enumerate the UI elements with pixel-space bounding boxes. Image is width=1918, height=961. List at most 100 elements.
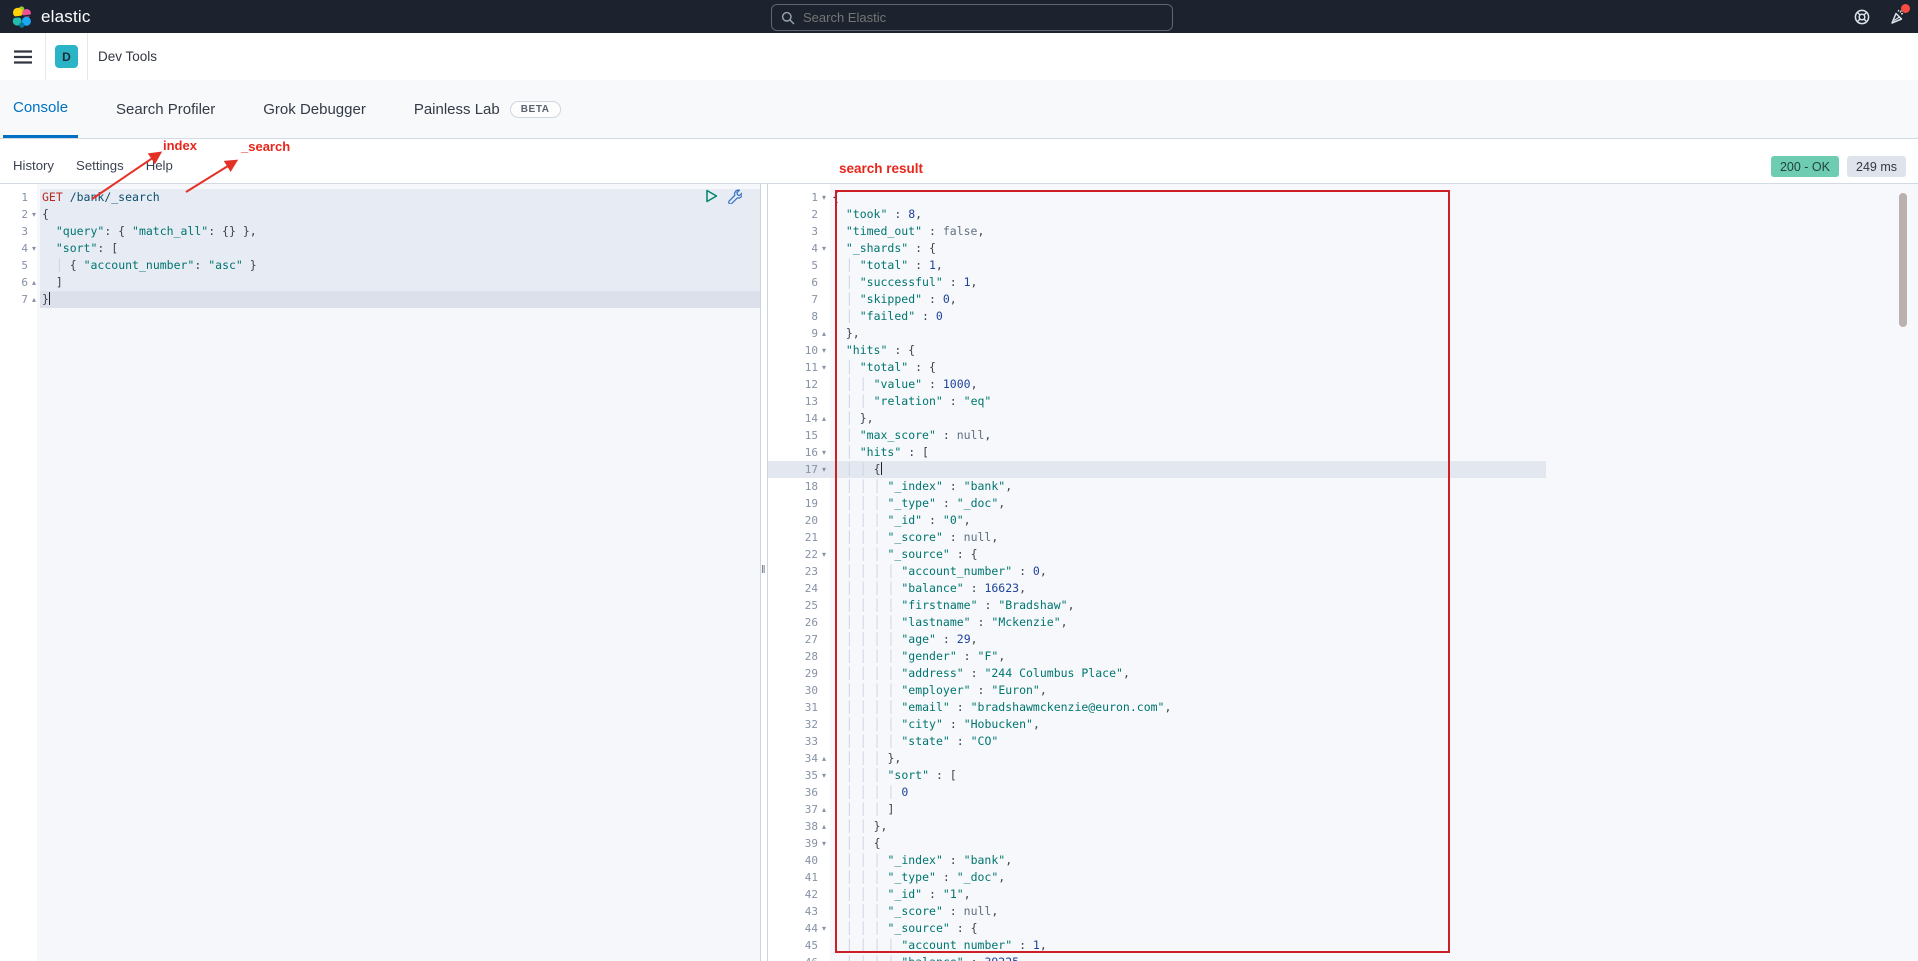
- elastic-logo-icon[interactable]: [11, 6, 33, 28]
- code-line: 18 │ │ │ "_index" : "bank",: [768, 478, 1546, 495]
- search-icon: [781, 11, 795, 25]
- beta-badge: BETA: [510, 101, 561, 118]
- code-line: 3 "timed_out" : false,: [768, 223, 1546, 240]
- code-line: 14▴ │ },: [768, 410, 1546, 427]
- code-line: 30 │ │ │ │ "employer" : "Euron",: [768, 682, 1546, 699]
- code-line: 40 │ │ │ "_index" : "bank",: [768, 852, 1546, 869]
- console-toolbar: History Settings Help 200 - OK 249 ms: [0, 139, 1918, 183]
- fold-toggle-icon[interactable]: ▴: [818, 818, 830, 835]
- code-line: 37▴ │ │ │ ]: [768, 801, 1546, 818]
- wrench-icon: [727, 189, 742, 204]
- tab-console-label: Console: [13, 99, 68, 116]
- code-line: 13 │ │ "relation" : "eq": [768, 393, 1546, 410]
- product-name: elastic: [41, 7, 91, 27]
- breadcrumb-page-title: Dev Tools: [98, 49, 157, 64]
- pane-splitter[interactable]: ‖: [760, 184, 768, 961]
- newsfeed-icon[interactable]: [1888, 7, 1908, 27]
- play-icon: [705, 189, 718, 203]
- code-line: 31 │ │ │ │ "email" : "bradshawmckenzie@e…: [768, 699, 1546, 716]
- code-line: 19 │ │ │ "_type" : "_doc",: [768, 495, 1546, 512]
- text-cursor: [881, 462, 883, 475]
- code-line: 26 │ │ │ │ "lastname" : "Mckenzie",: [768, 614, 1546, 631]
- fold-toggle-icon[interactable]: ▾: [818, 835, 830, 852]
- tab-search-profiler-label: Search Profiler: [116, 101, 215, 118]
- code-line: 36 │ │ │ │ 0: [768, 784, 1546, 801]
- response-scrollbar-thumb[interactable]: [1899, 193, 1907, 327]
- console-split-area: 1GET /bank/_search2▾{3 "query": { "match…: [0, 183, 1918, 961]
- code-line: 4▾ "_shards" : {: [768, 240, 1546, 257]
- code-line: 1▾{: [768, 189, 1546, 206]
- fold-toggle-icon[interactable]: ▾: [818, 189, 830, 206]
- code-line: 46 │ │ │ │ "balance" : 39225,: [768, 954, 1546, 961]
- fold-toggle-icon[interactable]: ▾: [818, 920, 830, 937]
- code-line: 7 │ "skipped" : 0,: [768, 291, 1546, 308]
- fold-toggle-icon[interactable]: ▾: [818, 444, 830, 461]
- help-menu-item[interactable]: Help: [146, 158, 173, 173]
- settings-menu-item[interactable]: Settings: [76, 158, 124, 173]
- code-line: 6▴ ]: [0, 274, 760, 291]
- help-icon[interactable]: [1852, 7, 1872, 27]
- code-line: 39▾ │ │ {: [768, 835, 1546, 852]
- code-line: 35▾ │ │ │ "sort" : [: [768, 767, 1546, 784]
- code-line: 16▾ │ "hits" : [: [768, 444, 1546, 461]
- tab-painless-lab[interactable]: Painless Lab BETA: [404, 80, 571, 138]
- fold-toggle-icon[interactable]: ▾: [818, 461, 830, 478]
- global-header: elastic: [0, 0, 1918, 33]
- code-line: 25 │ │ │ │ "firstname" : "Bradshaw",: [768, 597, 1546, 614]
- global-search[interactable]: [771, 4, 1173, 31]
- code-line: 22▾ │ │ │ "_source" : {: [768, 546, 1546, 563]
- tab-console[interactable]: Console: [3, 80, 78, 138]
- fold-toggle-icon[interactable]: ▾: [28, 206, 40, 223]
- request-options-button[interactable]: [726, 188, 742, 204]
- tab-grok-debugger[interactable]: Grok Debugger: [253, 80, 376, 138]
- text-cursor: [49, 292, 51, 305]
- fold-toggle-icon[interactable]: ▾: [818, 240, 830, 257]
- fold-toggle-icon[interactable]: ▴: [28, 274, 40, 291]
- code-line: 6 │ "successful" : 1,: [768, 274, 1546, 291]
- global-search-input[interactable]: [801, 9, 1172, 26]
- code-line: 45 │ │ │ │ "account_number" : 1,: [768, 937, 1546, 954]
- code-line: 3 "query": { "match_all": {} },: [0, 223, 760, 240]
- code-line: 9▴ },: [768, 325, 1546, 342]
- status-badge: 200 - OK: [1771, 156, 1839, 177]
- fold-toggle-icon[interactable]: ▴: [818, 750, 830, 767]
- send-request-button[interactable]: [703, 188, 719, 204]
- code-line: 29 │ │ │ │ "address" : "244 Columbus Pla…: [768, 665, 1546, 682]
- fold-toggle-icon[interactable]: ▾: [818, 359, 830, 376]
- code-line: 23 │ │ │ │ "account_number" : 0,: [768, 563, 1546, 580]
- fold-toggle-icon[interactable]: ▴: [818, 801, 830, 818]
- request-editor[interactable]: 1GET /bank/_search2▾{3 "query": { "match…: [0, 184, 760, 961]
- code-line: 27 │ │ │ │ "age" : 29,: [768, 631, 1546, 648]
- tab-search-profiler[interactable]: Search Profiler: [106, 80, 225, 138]
- code-line: 44▾ │ │ │ "_source" : {: [768, 920, 1546, 937]
- tab-painless-lab-label: Painless Lab: [414, 101, 500, 118]
- code-line: 21 │ │ │ "_score" : null,: [768, 529, 1546, 546]
- notification-dot: [1901, 4, 1910, 13]
- code-line: 32 │ │ │ │ "city" : "Hobucken",: [768, 716, 1546, 733]
- code-line: 7▴}: [0, 291, 760, 308]
- fold-toggle-icon[interactable]: ▴: [818, 325, 830, 342]
- divider: [45, 33, 46, 80]
- devtools-tabs: Console Search Profiler Grok Debugger Pa…: [0, 80, 1918, 139]
- code-line: 43 │ │ │ "_score" : null,: [768, 903, 1546, 920]
- code-line: 24 │ │ │ │ "balance" : 16623,: [768, 580, 1546, 597]
- code-line: 17▾ │ │ {: [768, 461, 1546, 478]
- fold-toggle-icon[interactable]: ▾: [818, 546, 830, 563]
- code-line: 2 "took" : 8,: [768, 206, 1546, 223]
- code-line: 12 │ │ "value" : 1000,: [768, 376, 1546, 393]
- tab-grok-debugger-label: Grok Debugger: [263, 101, 366, 118]
- fold-toggle-icon[interactable]: ▴: [28, 291, 40, 308]
- code-line: 15 │ "max_score" : null,: [768, 427, 1546, 444]
- breadcrumb-bar: D Dev Tools: [0, 33, 1918, 81]
- splitter-handle-icon[interactable]: ‖: [761, 564, 766, 576]
- hamburger-menu-icon[interactable]: [10, 44, 36, 70]
- fold-toggle-icon[interactable]: ▾: [818, 342, 830, 359]
- history-menu-item[interactable]: History: [13, 158, 54, 173]
- space-avatar[interactable]: D: [55, 45, 78, 68]
- fold-toggle-icon[interactable]: ▴: [818, 410, 830, 427]
- fold-toggle-icon[interactable]: ▾: [818, 767, 830, 784]
- code-line: 20 │ │ │ "_id" : "0",: [768, 512, 1546, 529]
- fold-toggle-icon[interactable]: ▾: [28, 240, 40, 257]
- response-viewer[interactable]: 1▾{2 "took" : 8,3 "timed_out" : false,4▾…: [768, 184, 1918, 961]
- code-line: 5 │ { "account_number": "asc" }: [0, 257, 760, 274]
